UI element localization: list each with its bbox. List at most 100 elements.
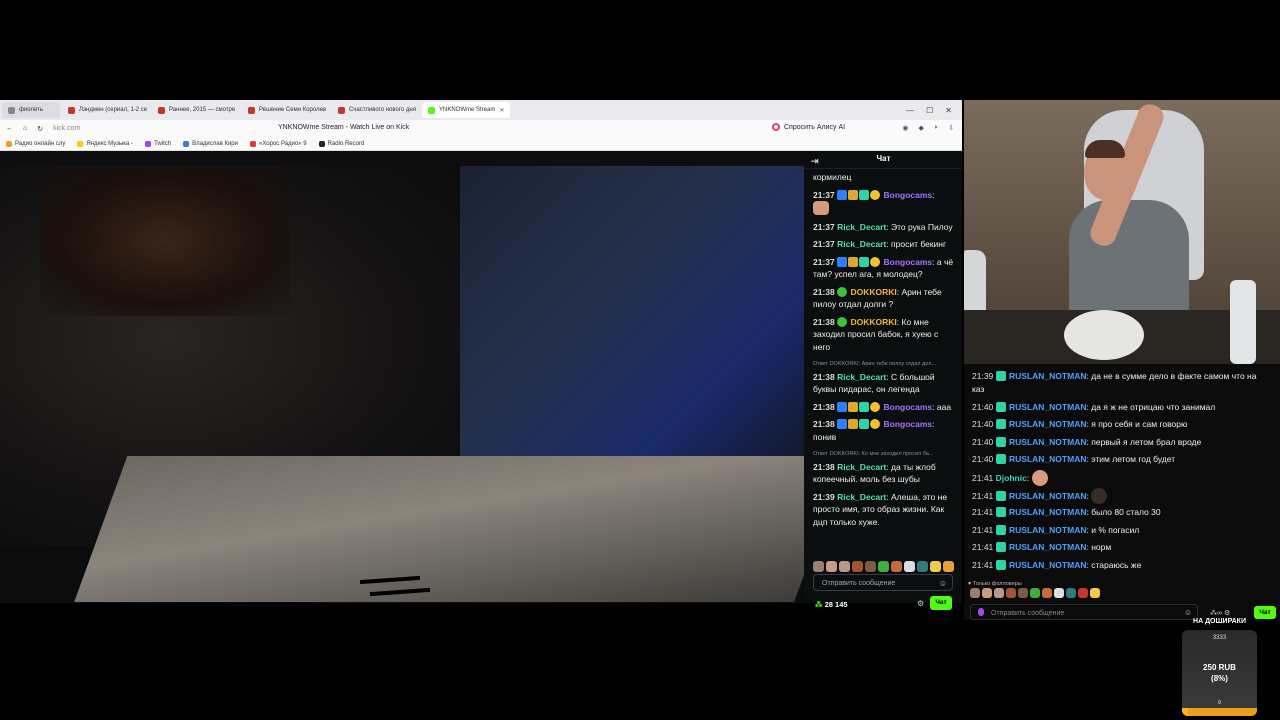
username[interactable]: DOKKORKI [851, 317, 897, 327]
username[interactable]: Bongocams [884, 257, 933, 267]
username[interactable]: Rick_Decart [837, 492, 886, 502]
extension-icon[interactable]: ◉ [902, 124, 908, 132]
settings-gear-icon[interactable]: ⚙ [917, 598, 924, 611]
reply-context[interactable]: Ответ DOKKORKI: Ко мне заходил просил ба… [813, 448, 956, 461]
emote-icon[interactable] [826, 561, 837, 572]
username[interactable]: Bongocams [884, 419, 933, 429]
reload-icon[interactable]: ↻ [37, 125, 43, 133]
tab-close-icon[interactable]: ✕ [499, 107, 504, 114]
emoji-picker-icon[interactable]: ☺ [939, 578, 947, 591]
browser-window: фиолеть Лэндмен (сериал, 1-2 се Раннее, … [0, 100, 962, 610]
emote-icon[interactable] [1066, 588, 1076, 598]
emote-quickbar [813, 561, 954, 572]
home-icon[interactable]: ⌂ [23, 125, 27, 132]
emote-icon[interactable] [839, 561, 850, 572]
overlay-chat-message: 21:40 RUSLAN_NOTMAN: этим летом год буде… [972, 453, 1175, 465]
message-time: 21:40 [972, 437, 994, 447]
badge-icon [995, 491, 1006, 501]
username[interactable]: Rick_Decart [837, 222, 886, 232]
emote-icon[interactable] [930, 561, 941, 572]
message-separator: : [1086, 491, 1089, 501]
chat-message: 21:39 Rick_Decart: Алеша, это не просто … [813, 491, 956, 529]
emote-icon[interactable] [1018, 588, 1028, 598]
emote-icon [1031, 470, 1048, 486]
gift-icon [870, 256, 881, 267]
username[interactable]: Rick_Decart [837, 462, 886, 472]
back-icon[interactable]: ← [6, 125, 13, 132]
message-separator: : [1086, 419, 1089, 429]
chat-message-input[interactable]: Отправить сообщение ☺ [813, 574, 953, 591]
emote-icon[interactable] [970, 588, 980, 598]
message-separator: : [886, 371, 889, 382]
reply-context[interactable]: Ответ DOKKORKI: Арин тебе пилоу отдал до… [813, 358, 956, 371]
bookmark-radio[interactable]: Радио онлайн слу [6, 140, 65, 147]
username[interactable]: DOKKORKI [851, 287, 897, 297]
tab-reshenie[interactable]: Решение Семи Королев [242, 102, 330, 118]
collapse-chat-icon[interactable]: ⇥ [811, 155, 819, 168]
webcam-bottle [1230, 280, 1256, 364]
overlay-chat-input[interactable]: Отправить сообщение ☺ [970, 604, 1198, 620]
emote-icon[interactable] [1042, 588, 1052, 598]
emote-icon[interactable] [865, 561, 876, 572]
shield-icon[interactable]: ◆ [919, 124, 924, 132]
emote-icon[interactable] [1078, 588, 1088, 598]
emote-icon[interactable] [943, 561, 954, 572]
chat-title: Чат [876, 154, 891, 164]
emote-icon[interactable] [1006, 588, 1016, 598]
send-chat-button[interactable]: Чат [930, 596, 952, 610]
gift-icon [870, 401, 881, 412]
username[interactable]: Rick_Decart [837, 239, 886, 249]
sound-icon[interactable]: ◗ [934, 124, 938, 132]
tab-profile[interactable]: фиолеть [2, 102, 60, 118]
message-time: 21:41 [972, 473, 994, 483]
username: RUSLAN_NOTMAN [1009, 402, 1087, 412]
alice-button[interactable]: Спросить Алису AI [772, 123, 845, 131]
message-time: 21:39 [972, 371, 994, 381]
tab-rannee[interactable]: Раннее, 2015 — смотре [152, 102, 240, 118]
tab-schastlivogo[interactable]: Счастливого нового дня [332, 102, 420, 118]
message-separator: : [932, 419, 935, 429]
emote-icon[interactable] [1090, 588, 1100, 598]
verified-icon [837, 286, 848, 297]
close-window-icon[interactable]: ✕ [945, 106, 952, 115]
emote-icon[interactable] [891, 561, 902, 572]
chat-message: 21:38 Bongocams: ааа [813, 401, 956, 414]
bookmark-twitch[interactable]: Twitch [145, 140, 171, 147]
minimize-icon[interactable]: — [906, 106, 914, 115]
bookmark-label: «Хорос Радио» 9 [259, 140, 307, 147]
emote-icon[interactable] [852, 561, 863, 572]
emote-icon[interactable] [813, 561, 824, 572]
tab-ynknowme-stream[interactable]: YNKNOWme Stream ✕ [422, 102, 510, 118]
message-time: 21:39 [813, 491, 835, 502]
message-text: Это рука Пилоу [891, 221, 953, 232]
settings-gear-icon[interactable]: ⚙ [1224, 610, 1230, 617]
bookmark-vladislav[interactable]: Владислав Кири [183, 140, 238, 147]
badge-icon [837, 189, 848, 200]
username[interactable]: Rick_Decart [837, 372, 886, 382]
video-blur [72, 456, 804, 602]
download-icon[interactable]: ⇩ [948, 124, 954, 132]
emote-icon[interactable] [1054, 588, 1064, 598]
tab-landman[interactable]: Лэндмен (сериал, 1-2 се [62, 102, 150, 118]
stream-video[interactable] [0, 166, 804, 602]
maximize-icon[interactable]: ☐ [926, 106, 933, 115]
username[interactable]: Bongocams [884, 402, 933, 412]
emote-icon[interactable] [917, 561, 928, 572]
chat-messages: кормилец 21:37 Bongocams: 21:37 Rick_Dec… [805, 169, 962, 528]
emote-icon[interactable] [904, 561, 915, 572]
tab-favicon [8, 106, 15, 114]
overlay-send-chat-button[interactable]: Чат [1254, 606, 1276, 619]
bookmark-yandex-music[interactable]: Яндекс Музыка - [77, 140, 133, 147]
emote-icon[interactable] [994, 588, 1004, 598]
bookmark-radio-record[interactable]: Radio Record [318, 140, 364, 147]
username: RUSLAN_NOTMAN [1009, 542, 1087, 552]
bookmark-label: Владислав Кири [192, 140, 238, 147]
emote-icon[interactable] [878, 561, 889, 572]
emote-icon[interactable] [1030, 588, 1040, 598]
badge-icon [859, 401, 870, 412]
url-field[interactable]: kick.com [53, 125, 80, 132]
bookmark-horos[interactable]: «Хорос Радио» 9 [250, 140, 307, 147]
username: RUSLAN_NOTMAN [1009, 437, 1087, 447]
username[interactable]: Bongocams [884, 190, 933, 200]
emote-icon[interactable] [982, 588, 992, 598]
